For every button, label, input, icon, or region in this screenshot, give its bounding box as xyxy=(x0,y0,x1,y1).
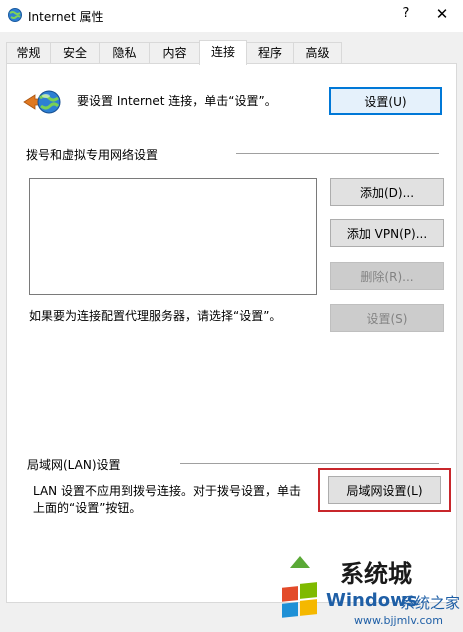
tab-content[interactable]: 内容 xyxy=(149,42,200,63)
remove-button[interactable]: 删除(R)... xyxy=(330,262,444,290)
tab-general[interactable]: 常规 xyxy=(6,42,51,63)
internet-globe-icon xyxy=(8,8,22,22)
watermark-brand: 系统城 xyxy=(340,559,412,588)
proxy-text: 如果要为连接配置代理服务器，请选择“设置”。 xyxy=(29,309,282,323)
tab-programs[interactable]: 程序 xyxy=(246,42,294,63)
windows-logo-icon xyxy=(282,556,317,618)
window-title: Internet 属性 xyxy=(28,10,104,24)
tab-security[interactable]: 安全 xyxy=(50,42,100,63)
dialup-heading: 拨号和虚拟专用网络设置 xyxy=(26,148,159,162)
help-button[interactable]: ? xyxy=(398,6,414,21)
settings-button[interactable]: 设置(S) xyxy=(330,304,444,332)
close-button[interactable]: ✕ xyxy=(434,5,450,23)
watermark: 系统城 Windows 系统之家 www.bjjmlv.com xyxy=(260,546,463,632)
tab-connections[interactable]: 连接 xyxy=(199,40,247,65)
dialup-divider xyxy=(236,153,439,154)
tab-strip: 常规 安全 隐私 内容 连接 程序 高级 xyxy=(6,40,457,65)
title-bar: Internet 属性 ? ✕ xyxy=(0,0,463,32)
lan-divider xyxy=(180,463,439,464)
watermark-url: www.bjjmlv.com xyxy=(354,614,443,627)
connections-listbox[interactable] xyxy=(29,178,317,295)
setup-text: 要设置 Internet 连接，单击“设置”。 xyxy=(77,94,277,108)
setup-button[interactable]: 设置(U) xyxy=(329,87,442,115)
tab-advanced[interactable]: 高级 xyxy=(293,42,342,63)
lan-text-line2: 上面的“设置”按钮。 xyxy=(33,501,142,515)
lan-settings-button[interactable]: 局域网设置(L) xyxy=(328,476,441,504)
lan-heading: 局域网(LAN)设置 xyxy=(27,458,121,472)
connections-panel: 要设置 Internet 连接，单击“设置”。 设置(U) 拨号和虚拟专用网络设… xyxy=(6,63,457,603)
add-button[interactable]: 添加(D)... xyxy=(330,178,444,206)
watermark-home: 系统之家 xyxy=(400,594,461,612)
add-vpn-button[interactable]: 添加 VPN(P)... xyxy=(330,219,444,247)
tab-privacy[interactable]: 隐私 xyxy=(99,42,150,63)
network-globe-arrow-icon xyxy=(23,90,61,114)
lan-text-line1: LAN 设置不应用到拨号连接。对于拨号设置，单击 xyxy=(33,484,301,498)
